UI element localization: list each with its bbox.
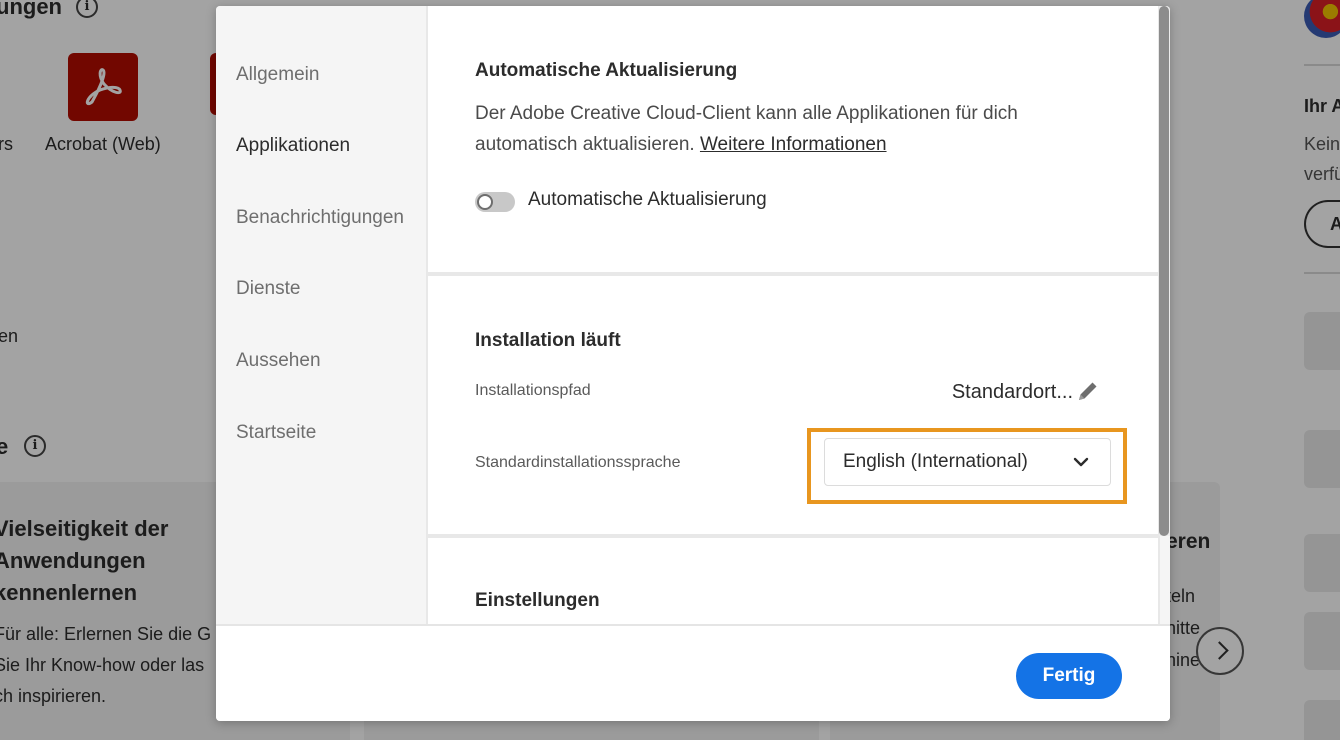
settings-section: Einstellungen bbox=[428, 538, 1158, 624]
toggle-knob bbox=[477, 194, 493, 210]
scrollbar-thumb[interactable] bbox=[1159, 6, 1169, 536]
done-button[interactable]: Fertig bbox=[1016, 653, 1122, 699]
auto-update-toggle-label: Automatische Aktualisierung bbox=[528, 189, 767, 210]
section-title: Installation läuft bbox=[475, 330, 621, 351]
installation-section: Installation läuft Installationspfad Sta… bbox=[428, 276, 1158, 534]
install-path-value[interactable]: Standardort... bbox=[952, 381, 1073, 404]
nav-item-home[interactable]: Startseite bbox=[236, 422, 316, 444]
nav-item-appearance[interactable]: Aussehen bbox=[236, 350, 321, 372]
nav-item-notifications[interactable]: Benachrichtigungen bbox=[236, 207, 404, 229]
section-title: Einstellungen bbox=[475, 590, 600, 611]
section-description: Der Adobe Creative Cloud-Client kann all… bbox=[475, 103, 1018, 124]
nav-item-services[interactable]: Dienste bbox=[236, 278, 300, 300]
nav-item-apps[interactable]: Applikationen bbox=[236, 135, 350, 157]
auto-update-toggle[interactable] bbox=[475, 192, 515, 212]
preferences-content: Automatische Aktualisierung Der Adobe Cr… bbox=[426, 6, 1160, 624]
section-title: Automatische Aktualisierung bbox=[475, 60, 738, 81]
learn-more-link[interactable]: Weitere Informationen bbox=[700, 134, 887, 155]
nav-item-general[interactable]: Allgemein bbox=[236, 64, 319, 86]
chevron-down-icon bbox=[1073, 457, 1089, 467]
install-path-label: Installationspfad bbox=[475, 382, 591, 399]
section-description-line2: automatisch aktualisieren. Weitere Infor… bbox=[475, 129, 887, 160]
section-description-text: automatisch aktualisieren. bbox=[475, 134, 695, 155]
auto-update-section: Automatische Aktualisierung Der Adobe Cr… bbox=[428, 6, 1158, 272]
dialog-footer: Fertig bbox=[216, 624, 1170, 721]
install-language-dropdown[interactable]: English (International) bbox=[824, 438, 1111, 486]
dropdown-selected-value: English (International) bbox=[843, 451, 1028, 472]
preferences-dialog: Allgemein Applikationen Benachrichtigung… bbox=[216, 6, 1170, 721]
preferences-nav: Allgemein Applikationen Benachrichtigung… bbox=[216, 6, 426, 624]
pencil-icon[interactable] bbox=[1076, 379, 1100, 403]
install-language-label: Standardinstallationssprache bbox=[475, 454, 681, 471]
